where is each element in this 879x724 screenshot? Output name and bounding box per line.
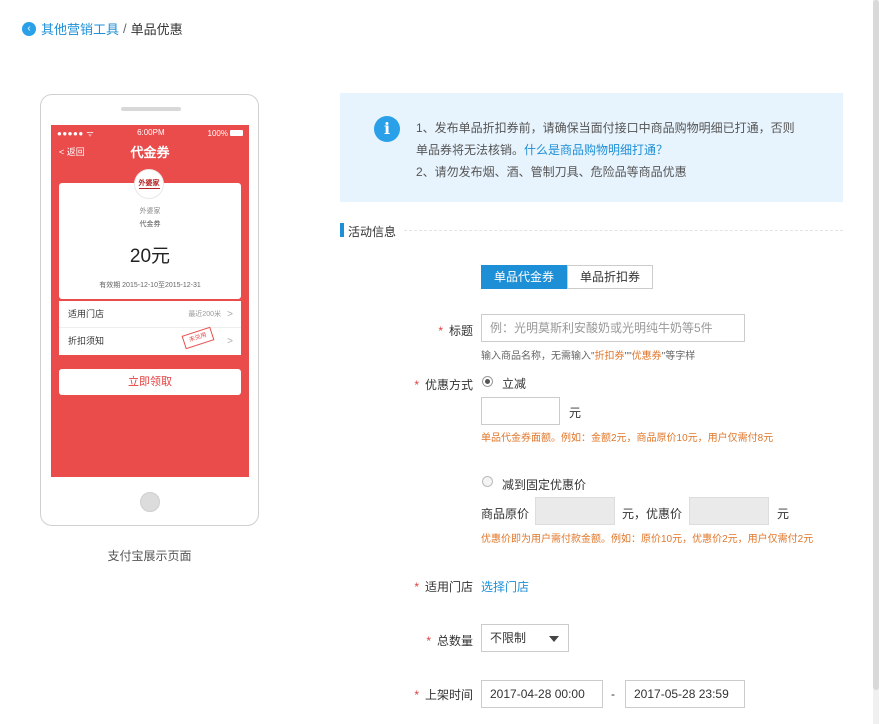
coupon-detail-list: 适用门店 最近200米 > 折扣须知 未兑用 >	[59, 301, 241, 355]
title-hint-mid: ""	[624, 351, 632, 362]
section-title: 活动信息	[348, 225, 397, 239]
quantity-label-text: 总数量	[436, 634, 473, 648]
radio-fixed-price-label: 减到固定优惠价	[502, 478, 587, 492]
coupon-validity: 有效期 2015-12-10至2015-12-31	[99, 282, 201, 289]
section-divider	[404, 230, 843, 231]
start-time-input[interactable]: 2017-04-28 00:00	[481, 680, 603, 708]
coupon-card: 外婆家 外婆家 代金券 20元 有效期 2015-12-10至2015-12-3…	[59, 169, 241, 299]
signal-icon: ●●●●● ᯤ	[57, 129, 95, 138]
quantity-select[interactable]: 不限制	[481, 624, 569, 652]
time-separator: -	[611, 687, 615, 701]
title-hint-word-1: 折扣券	[594, 351, 625, 362]
breadcrumb-separator: /	[123, 21, 127, 36]
notice-box: i 1、发布单品折扣券前，请确保当面付接口中商品购物明细已打通，否则 单品券将无…	[340, 93, 843, 202]
promo-price-unit: 元	[777, 507, 790, 521]
list-item-notice: 折扣须知 未兑用 >	[59, 326, 241, 355]
title-hint: 输入商品名称，无需输入"折扣券""优惠券"等字样	[481, 347, 695, 362]
discount-method-label-text: 优惠方式	[424, 378, 473, 392]
select-store-link[interactable]: 选择门店	[481, 578, 529, 595]
notice-text: 1、发布单品折扣券前，请确保当面付接口中商品购物明细已打通，否则 单品券将无法核…	[416, 117, 831, 183]
listing-time-label-text: 上架时间	[424, 688, 473, 702]
title-hint-suffix: "等字样	[661, 351, 696, 362]
notice-line-1: 1、发布单品折扣券前，请确保当面付接口中商品购物明细已打通，否则	[416, 121, 795, 135]
claim-button-preview: 立即领取	[59, 369, 241, 395]
breadcrumb-current: 单品优惠	[130, 22, 183, 37]
store-label-text: 适用门店	[424, 580, 473, 594]
quantity-label: * 总数量	[418, 632, 473, 649]
notice-line-2: 单品券将无法核销。什么是商品购物明细打通？	[416, 139, 831, 161]
title-hint-prefix: 输入商品名称，无需输入"	[481, 351, 595, 362]
chevron-right-icon: >	[227, 309, 233, 320]
list-item-label: 折扣须知	[68, 336, 105, 346]
required-mark: *	[414, 688, 419, 702]
chevron-right-icon: >	[227, 336, 233, 347]
list-item-label: 适用门店	[68, 309, 105, 319]
title-label-text: 标题	[448, 324, 473, 338]
coupon-type-tabs: 单品代金券 单品折扣券	[481, 265, 654, 289]
original-price-label: 商品原价	[481, 507, 530, 521]
scrollbar[interactable]	[873, 0, 879, 724]
reduce-amount-input[interactable]	[481, 397, 560, 425]
tab-single-discount[interactable]: 单品折扣券	[567, 265, 654, 289]
radio-reduce-label: 立减	[502, 377, 527, 391]
preview-caption: 支付宝展示页面	[107, 549, 192, 563]
reduce-hint: 单品代金券面额。例如：金额2元，商品原价10元，用户仅需付8元	[481, 433, 774, 444]
list-item-store: 适用门店 最近200米 >	[59, 301, 241, 328]
battery-indicator: 100%	[208, 128, 243, 138]
battery-percent: 100%	[207, 128, 228, 138]
status-time: 6:00PM	[137, 128, 165, 137]
unused-stamp: 未兑用	[181, 326, 215, 350]
coupon-amount: 20元	[129, 246, 171, 267]
radio-reduce[interactable]	[482, 376, 493, 387]
info-icon: i	[374, 116, 400, 142]
title-hint-word-2: 优惠券	[631, 351, 662, 362]
shop-logo-text: 外婆家	[138, 179, 160, 189]
original-price-input[interactable]	[535, 497, 615, 525]
phone-navbar: < 返回 代金券	[51, 141, 249, 161]
promo-price-input[interactable]	[689, 497, 769, 525]
required-mark: *	[426, 634, 431, 648]
battery-icon	[229, 130, 243, 136]
distance-text: 最近200米	[188, 311, 221, 318]
reduce-unit: 元	[569, 406, 582, 420]
chevron-left-icon[interactable]: ‹	[22, 21, 36, 36]
chevron-down-icon	[549, 636, 559, 642]
notice-line-2-text: 单品券将无法核销。	[416, 143, 525, 157]
radio-fixed-price[interactable]	[482, 476, 493, 487]
phone-preview: ●●●●● ᯤ 6:00PM 100% < 返回 代金券 外婆家 外婆家 代金券…	[40, 94, 259, 526]
store-label: * 适用门店	[407, 578, 473, 595]
phone-speaker	[121, 107, 181, 111]
breadcrumb-parent-link[interactable]: 其他营销工具	[41, 19, 119, 38]
end-time-input[interactable]: 2017-05-28 23:59	[625, 680, 745, 708]
discount-method-label: * 优惠方式	[407, 376, 473, 393]
phone-home-button	[140, 492, 160, 512]
promo-price-label: 元，优惠价	[622, 507, 683, 521]
notice-line-3: 2、请勿发布烟、酒、管制刀具、危险品等商品优惠	[416, 165, 687, 179]
breadcrumb: ‹ 其他营销工具 / 单品优惠	[22, 19, 183, 38]
fixed-price-hint: 优惠价即为用户需付款金额。例如：原价10元，优惠价2元，用户仅需付2元	[481, 534, 814, 545]
title-input[interactable]: 例：光明莫斯利安酸奶或光明纯牛奶等5件	[481, 314, 745, 342]
listing-time-label: * 上架时间	[407, 686, 473, 703]
section-marker	[340, 223, 344, 237]
coupon-shop-name: 外婆家	[139, 208, 161, 215]
required-mark: *	[414, 580, 419, 594]
required-mark: *	[414, 378, 419, 392]
required-mark: *	[438, 324, 443, 338]
coupon-type: 代金券	[139, 221, 161, 228]
shopping-detail-help-link[interactable]: 什么是商品购物明细打通？	[524, 143, 668, 157]
scrollbar-thumb[interactable]	[873, 0, 879, 690]
phone-status-bar: ●●●●● ᯤ 6:00PM 100%	[51, 128, 249, 138]
phone-screen: ●●●●● ᯤ 6:00PM 100% < 返回 代金券 外婆家 外婆家 代金券…	[51, 125, 249, 477]
title-label: * 标题	[428, 322, 473, 339]
quantity-select-value: 不限制	[490, 631, 527, 645]
shop-logo: 外婆家	[134, 169, 164, 199]
tab-single-voucher[interactable]: 单品代金券	[481, 265, 568, 289]
phone-nav-title: 代金券	[130, 145, 170, 160]
